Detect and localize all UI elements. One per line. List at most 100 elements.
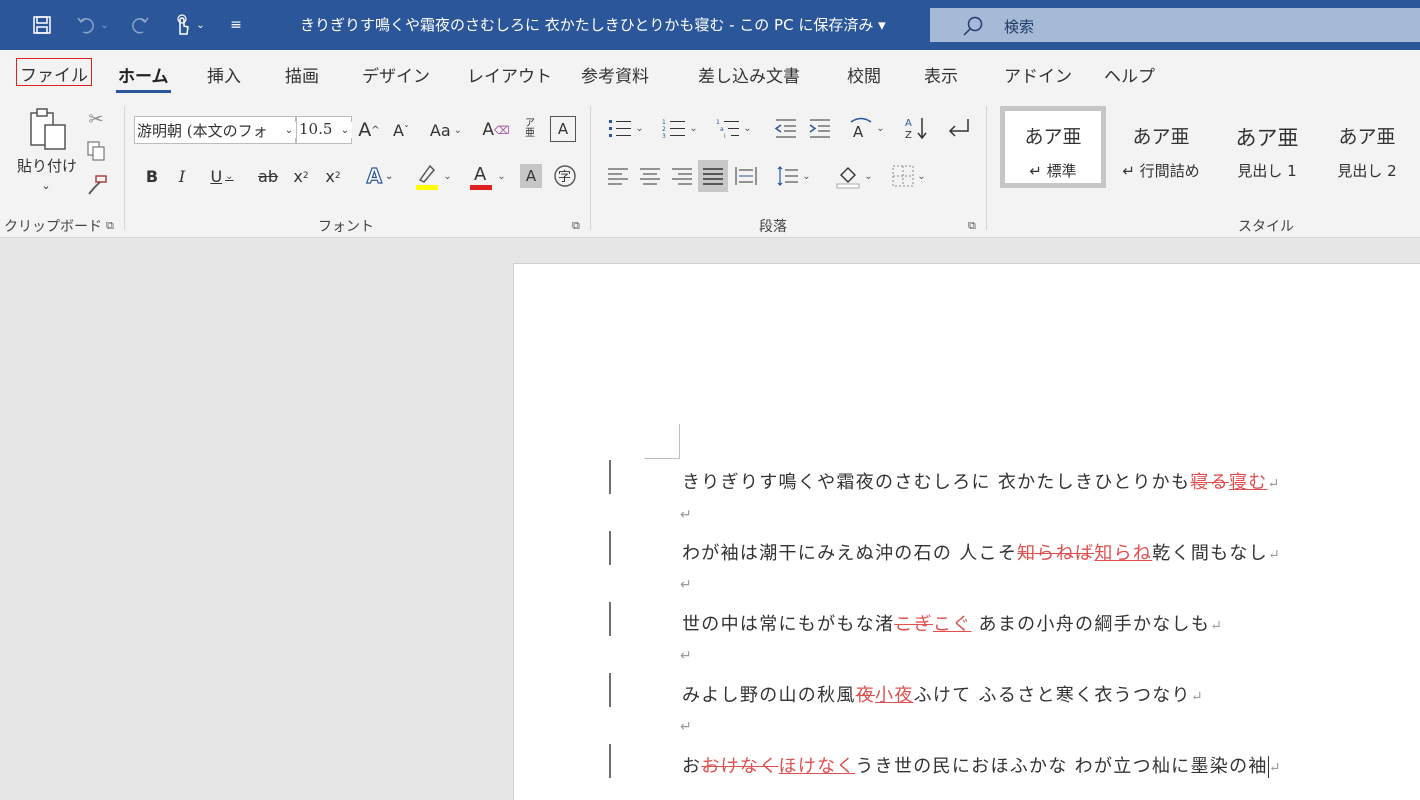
text-direction-icon[interactable]: A ⌄ xyxy=(844,114,890,142)
line-text: きりぎりす鳴くや霜夜のさむしろに 衣かたしきひとりかも xyxy=(682,472,1191,493)
style-normal[interactable]: あア亜 ↵ 標準 xyxy=(1000,106,1106,188)
enclosed-character-icon[interactable]: 字 xyxy=(552,162,578,190)
tab-insert[interactable]: 挿入 xyxy=(207,62,241,87)
tab-design[interactable]: デザイン xyxy=(362,62,430,87)
font-launcher-icon[interactable]: ⧉ xyxy=(572,219,580,233)
font-size-dropdown-icon[interactable]: ⌄ xyxy=(338,122,352,138)
copy-icon[interactable] xyxy=(84,138,108,164)
distributed-icon[interactable] xyxy=(732,162,760,190)
subscript-icon[interactable]: x2 xyxy=(290,162,312,190)
superscript-icon[interactable]: x2 xyxy=(322,162,344,190)
document-page[interactable]: きりぎりす鳴くや霜夜のさむしろに 衣かたしきひとりかも寝る寝む↵ ↵ わが袖は潮… xyxy=(513,263,1420,800)
style-name: 見出し 1 xyxy=(1237,162,1297,180)
increase-indent-icon[interactable] xyxy=(806,114,834,142)
change-bar xyxy=(609,531,611,565)
font-name-value: 游明朝 (本文のフォ xyxy=(137,122,268,140)
search-placeholder: 検索 xyxy=(1004,18,1035,36)
clipboard-group-label: クリップボード xyxy=(4,219,102,235)
tab-mailings[interactable]: 差し込み文書 xyxy=(698,62,800,87)
document-line[interactable]: きりぎりす鳴くや霜夜のさむしろに 衣かたしきひとりかも寝る寝む↵ xyxy=(682,468,1281,494)
highlight-color-icon[interactable]: ⌄ xyxy=(410,160,456,192)
character-shading-icon[interactable]: A xyxy=(520,164,542,188)
bullets-icon[interactable]: ⌄ xyxy=(604,114,648,142)
change-bar xyxy=(609,460,611,494)
svg-text:3: 3 xyxy=(662,133,666,138)
line-spacing-icon[interactable]: ⌄ xyxy=(770,162,816,190)
style-heading-2[interactable]: あア亜 見出し 2 xyxy=(1314,106,1420,188)
paragraph-launcher-icon[interactable]: ⧉ xyxy=(968,219,976,233)
redo-icon[interactable] xyxy=(126,13,154,37)
paragraph-mark: ↵ xyxy=(1190,689,1204,705)
inserted-text: 小夜 xyxy=(875,685,914,706)
ribbon: 貼り付け ⌄ ✂ クリップボード ⧉ 游明朝 (本文のフォ ⌄ 10.5 ⌄ A… xyxy=(0,98,1420,238)
phonetic-guide-icon[interactable]: ア亜 xyxy=(518,114,542,144)
style-sample: あア亜 xyxy=(1024,126,1082,148)
touch-mode-icon[interactable]: ⌄ xyxy=(166,13,212,37)
italic-icon[interactable]: I xyxy=(172,162,192,190)
style-heading-1[interactable]: あア亜 見出し 1 xyxy=(1214,106,1320,188)
format-painter-icon[interactable] xyxy=(84,172,110,198)
paragraph-mark: ↵ xyxy=(680,577,692,593)
grow-font-icon[interactable]: A ^ xyxy=(356,116,382,144)
cut-icon[interactable]: ✂ xyxy=(84,106,108,132)
tab-layout[interactable]: レイアウト xyxy=(467,62,552,87)
tab-draw[interactable]: 描画 xyxy=(285,62,319,87)
undo-icon[interactable]: ⌄ xyxy=(72,13,112,37)
align-center-icon[interactable] xyxy=(636,162,664,190)
svg-text:a: a xyxy=(720,126,724,133)
paste-button[interactable]: 貼り付け xyxy=(12,154,82,176)
tab-review[interactable]: 校閲 xyxy=(847,62,881,87)
justify-icon[interactable] xyxy=(698,160,728,192)
search-box[interactable]: 検索 xyxy=(930,8,1420,42)
document-line[interactable]: わが袖は潮干にみえぬ沖の石の 人こそ知らねば知らね乾く間もなし↵ xyxy=(682,539,1281,565)
font-name-select[interactable]: 游明朝 (本文のフォ xyxy=(134,116,296,144)
tab-home[interactable]: ホーム xyxy=(116,62,170,93)
align-right-icon[interactable] xyxy=(668,162,696,190)
paragraph-mark: ↵ xyxy=(1267,476,1281,492)
font-color-icon[interactable]: A ⌄ xyxy=(464,160,510,192)
inserted-text: こぐ xyxy=(932,614,972,635)
deleted-text: 知らねば xyxy=(1017,543,1095,564)
document-line[interactable]: みよし野の山の秋風夜小夜ふけて ふるさと寒く衣うつなり↵ xyxy=(682,681,1204,707)
shrink-font-icon[interactable]: Aˇ xyxy=(388,116,414,144)
document-title[interactable]: きりぎりす鳴くや霜夜のさむしろに 衣かたしきひとりかも寝む - この PC に保… xyxy=(300,14,886,35)
deleted-text: おけなく xyxy=(701,756,779,777)
borders-icon[interactable]: ⌄ xyxy=(886,162,932,190)
paragraph-mark: ↵ xyxy=(1268,547,1282,563)
deleted-text: 夜 xyxy=(855,685,876,706)
clipboard-launcher-icon[interactable]: ⧉ xyxy=(106,219,114,233)
font-name-dropdown-icon[interactable]: ⌄ xyxy=(282,122,296,138)
clear-formatting-icon[interactable]: A ⌫ xyxy=(482,116,510,144)
underline-icon[interactable]: U ⌄ xyxy=(202,162,242,190)
document-line[interactable]: 世の中は常にもがもな渚こぎこぐ あまの小舟の綱手かなしも↵ xyxy=(682,610,1223,636)
change-case-icon[interactable]: Aa ⌄ xyxy=(424,116,468,144)
paste-icon[interactable] xyxy=(22,106,72,154)
svg-text:A: A xyxy=(905,118,912,129)
customize-qat-icon[interactable]: ≡ xyxy=(226,13,246,37)
tab-view[interactable]: 表示 xyxy=(924,62,958,87)
paragraph-mark: ↵ xyxy=(680,719,692,735)
enclose-characters-icon[interactable]: A xyxy=(550,116,576,142)
document-line[interactable]: おおけなくほけなくうき世の民におほふかな わが立つ杣に墨染の袖↵ xyxy=(682,752,1282,778)
tab-help[interactable]: ヘルプ xyxy=(1104,62,1155,87)
text-effects-icon[interactable]: A ⌄ xyxy=(358,162,402,190)
paragraph-mark: ↵ xyxy=(680,507,692,523)
shading-icon[interactable]: ⌄ xyxy=(830,160,878,192)
svg-text:1: 1 xyxy=(662,119,666,126)
svg-text:字: 字 xyxy=(558,170,571,185)
align-left-icon[interactable] xyxy=(604,162,632,190)
save-icon[interactable] xyxy=(30,13,54,37)
strikethrough-icon[interactable]: ab xyxy=(254,162,282,190)
group-divider xyxy=(590,106,591,230)
numbering-icon[interactable]: 1 2 3 ⌄ xyxy=(658,114,702,142)
tab-references[interactable]: 参考資料 xyxy=(581,62,649,87)
tab-addins[interactable]: アドイン xyxy=(1004,62,1072,87)
tab-file[interactable]: ファイル xyxy=(16,58,92,86)
multilevel-list-icon[interactable]: 1 a i ⌄ xyxy=(712,114,756,142)
decrease-indent-icon[interactable] xyxy=(772,114,800,142)
show-formatting-marks-icon[interactable] xyxy=(944,114,974,142)
bold-icon[interactable]: B xyxy=(142,162,162,190)
style-no-spacing[interactable]: あア亜 ↵ 行間詰め xyxy=(1108,106,1214,188)
paste-dropdown-icon[interactable]: ⌄ xyxy=(36,178,56,192)
sort-icon[interactable]: AZ xyxy=(902,114,932,142)
